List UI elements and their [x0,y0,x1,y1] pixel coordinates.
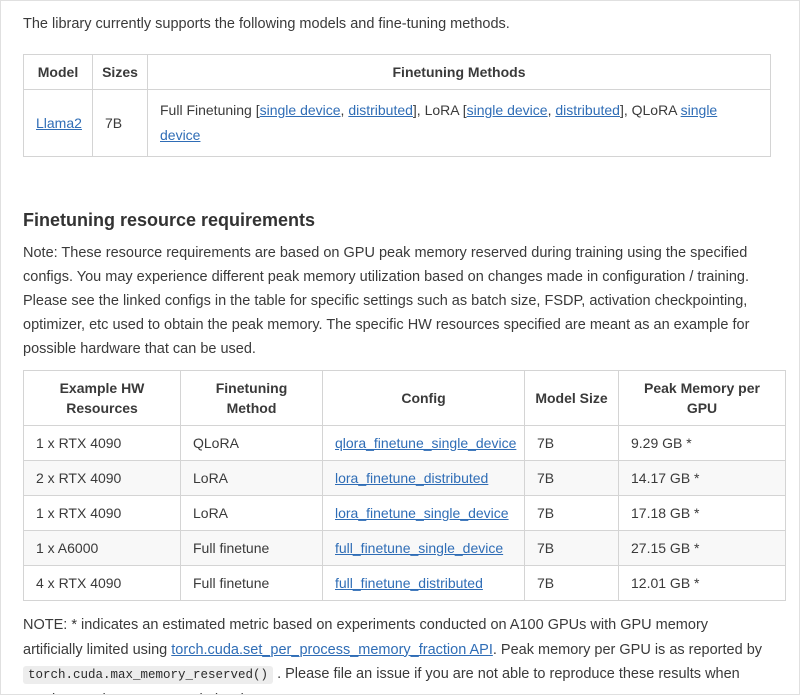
models-header-finetuning-methods: Finetuning Methods [148,55,771,90]
resources-table: Example HW Resources Finetuning Method C… [23,370,786,601]
full-finetune-distributed-config-link[interactable]: full_finetune_distributed [335,575,483,591]
model-size-cell: 7B [525,461,619,496]
resources-header-config: Config [323,371,525,426]
lora-finetune-distributed-config-link[interactable]: lora_finetune_distributed [335,470,488,486]
peak-memory-cell: 14.17 GB * [619,461,786,496]
qlora-finetune-single-device-config-link[interactable]: qlora_finetune_single_device [335,435,516,451]
table-row: 2 x RTX 4090 LoRA lora_finetune_distribu… [24,461,786,496]
config-cell: lora_finetune_distributed [323,461,525,496]
resources-header-model-size: Model Size [525,371,619,426]
resources-header-hw: Example HW Resources [24,371,181,426]
full-finetune-single-device-config-link[interactable]: full_finetune_single_device [335,540,503,556]
sizes-cell: 7B [93,90,148,157]
models-table-header-row: Model Sizes Finetuning Methods [24,55,771,90]
lora-distributed-link[interactable]: distributed [555,102,620,118]
table-row: 1 x RTX 4090 QLoRA qlora_finetune_single… [24,426,786,461]
max-memory-reserved-code: torch.cuda.max_memory_reserved() [23,666,273,684]
resource-note: Note: These resource requirements are ba… [23,241,771,361]
lora-single-device-link[interactable]: single device [467,102,548,118]
method-cell: LoRA [181,496,323,531]
table-row: 1 x A6000 Full finetune full_finetune_si… [24,531,786,566]
config-cell: full_finetune_single_device [323,531,525,566]
model-size-cell: 7B [525,566,619,601]
method-cell: Full finetune [181,566,323,601]
peak-memory-cell: 12.01 GB * [619,566,786,601]
hw-cell: 1 x A6000 [24,531,181,566]
model-cell: Llama2 [24,90,93,157]
qlora-single-device-link[interactable]: single device [160,102,717,143]
models-header-sizes: Sizes [93,55,148,90]
peak-memory-cell: 27.15 GB * [619,531,786,566]
intro-text: The library currently supports the follo… [23,12,771,36]
hw-cell: 1 x RTX 4090 [24,496,181,531]
method-cell: Full finetune [181,531,323,566]
hw-cell: 1 x RTX 4090 [24,426,181,461]
peak-memory-cell: 17.18 GB * [619,496,786,531]
llama2-link[interactable]: Llama2 [36,115,82,131]
table-row: Llama2 7B Full Finetuning [single device… [24,90,771,157]
config-cell: full_finetune_distributed [323,566,525,601]
method-cell: QLoRA [181,426,323,461]
hw-cell: 2 x RTX 4090 [24,461,181,496]
models-table: Model Sizes Finetuning Methods Llama2 7B… [23,54,771,157]
table-row: 4 x RTX 4090 Full finetune full_finetune… [24,566,786,601]
resources-table-header-row: Example HW Resources Finetuning Method C… [24,371,786,426]
hw-cell: 4 x RTX 4090 [24,566,181,601]
config-cell: qlora_finetune_single_device [323,426,525,461]
resources-header-peak-memory: Peak Memory per GPU [619,371,786,426]
models-header-model: Model [24,55,93,90]
full-finetuning-single-device-link[interactable]: single device [260,102,341,118]
model-size-cell: 7B [525,426,619,461]
peak-memory-cell: 9.29 GB * [619,426,786,461]
table-row: 1 x RTX 4090 LoRA lora_finetune_single_d… [24,496,786,531]
set-per-process-memory-fraction-api-link[interactable]: torch.cuda.set_per_process_memory_fracti… [171,642,493,658]
model-size-cell: 7B [525,531,619,566]
model-size-cell: 7B [525,496,619,531]
config-cell: lora_finetune_single_device [323,496,525,531]
methods-cell: Full Finetuning [single device, distribu… [148,90,771,157]
footnote-text: NOTE: * indicates an estimated metric ba… [23,613,771,695]
section-heading: Finetuning resource requirements [23,209,771,231]
documentation-page: The library currently supports the follo… [0,0,800,695]
lora-finetune-single-device-config-link[interactable]: lora_finetune_single_device [335,505,509,521]
resources-header-method: Finetuning Method [181,371,323,426]
full-finetuning-distributed-link[interactable]: distributed [348,102,413,118]
method-cell: LoRA [181,461,323,496]
